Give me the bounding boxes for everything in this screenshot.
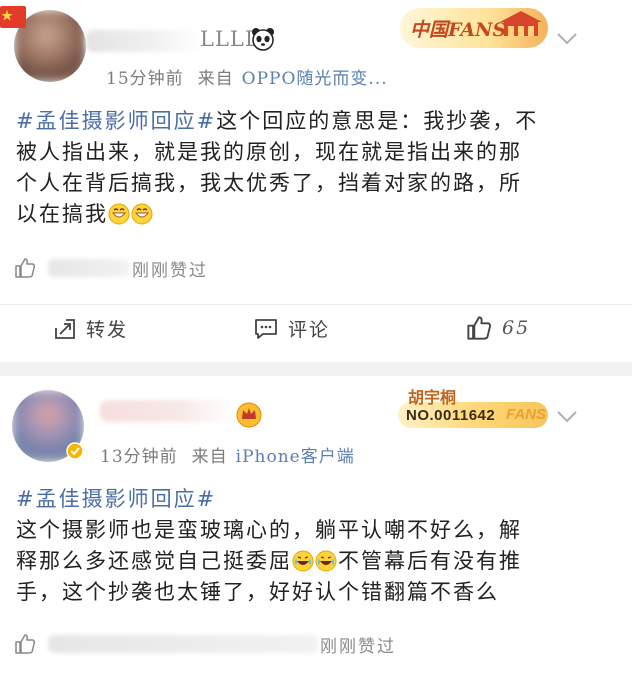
grin-emoji-icon	[108, 203, 130, 225]
post-source[interactable]: iPhone客户端	[236, 447, 355, 467]
weibo-comment-card-2: 13分钟前 来自 iPhone客户端 胡宇桐 NO.0011642 FANS #孟佳…	[0, 376, 632, 682]
like-count: 65	[502, 317, 531, 339]
post-body: #孟佳摄影师回应# 这个摄影师也是蛮玻璃心的，躺平认嘲不好么，解 释那么多还感觉…	[16, 484, 616, 608]
fan-badge-fans: FANS	[506, 406, 547, 423]
comment-icon	[255, 318, 277, 339]
post-meta: 15分钟前 来自 OPPO随光而变...	[106, 64, 388, 89]
fan-badge-text: 中国FANS	[410, 19, 507, 41]
chevron-down-icon[interactable]	[556, 32, 578, 46]
verified-badge-icon	[66, 442, 84, 460]
liked-by-row: 刚刚赞过	[14, 254, 208, 282]
comment-label: 评论	[288, 319, 331, 341]
fan-number-badge[interactable]: 胡宇桐 NO.0011642 FANS	[396, 384, 552, 432]
body-line-3: 个人在背后搞我，我太优秀了，挡着对家的路，所	[16, 171, 522, 195]
post-meta: 13分钟前 来自 iPhone客户端	[100, 442, 355, 467]
liker-name-redacted	[48, 635, 318, 653]
liked-text: 刚刚赞过	[132, 260, 208, 281]
post-body: #孟佳摄影师回应#这个回应的意思是：我抄袭，不 被人指出来，就是我的原创，现在就…	[16, 106, 616, 230]
vip-crown-icon	[236, 402, 262, 428]
fan-badge-number: NO.0011642	[406, 407, 496, 424]
flag-icon	[0, 6, 26, 28]
like-button[interactable]: 65	[466, 315, 530, 341]
repost-label: 转发	[86, 319, 129, 341]
body-line-2: 释那么多还感觉自己挺委屈	[16, 549, 292, 573]
post-time: 13分钟前	[100, 447, 178, 467]
liker-name-redacted	[48, 259, 130, 277]
laugh-cry-emoji-icon	[292, 550, 314, 572]
weibo-comment-card-1: LLLL 15分钟前 来自 OPPO随光而变... 中国FANS #孟佳摄影师回…	[0, 0, 632, 362]
from-label: 来自	[197, 69, 234, 89]
body-line-1: 这个回应的意思是：我抄袭，不	[216, 109, 539, 133]
repost-icon	[55, 318, 75, 339]
liked-text: 刚刚赞过	[320, 636, 396, 657]
panda-icon	[252, 28, 274, 51]
body-line-4: 以在搞我	[16, 202, 108, 226]
fan-badge[interactable]: 中国FANS	[396, 2, 552, 54]
grin-emoji-icon	[131, 203, 153, 225]
repost-button[interactable]: 转发	[54, 315, 128, 342]
thumb-up-icon	[15, 634, 36, 654]
comment-button[interactable]: 评论	[254, 315, 330, 342]
body-line-2: 被人指出来，就是我的原创，现在就是指出来的那	[16, 140, 522, 164]
username-redacted	[86, 30, 201, 52]
liked-by-row: 刚刚赞过	[14, 630, 396, 658]
hashtag-link[interactable]: #孟佳摄影师回应#	[16, 109, 216, 133]
body-line-4: 手，这个抄袭也太锤了，好好认个错翻篇不香么	[16, 580, 499, 604]
hashtag-link[interactable]: #孟佳摄影师回应#	[16, 484, 616, 515]
post-source[interactable]: OPPO随光而变...	[242, 69, 388, 89]
username-redacted	[100, 400, 234, 422]
action-bar: 转发 评论 65	[0, 304, 632, 355]
fan-badge-name: 胡宇桐	[408, 388, 457, 407]
from-label: 来自	[191, 447, 228, 467]
body-line-3: 不管幕后有没有推	[338, 549, 522, 573]
thumb-up-icon	[15, 258, 36, 278]
chevron-down-icon[interactable]	[556, 410, 578, 424]
thumb-up-icon	[467, 316, 491, 340]
post-time: 15分钟前	[106, 69, 184, 89]
laugh-cry-emoji-icon	[315, 550, 337, 572]
body-line-1: 这个摄影师也是蛮玻璃心的，躺平认嘲不好么，解	[16, 518, 522, 542]
post-separator	[0, 362, 632, 376]
